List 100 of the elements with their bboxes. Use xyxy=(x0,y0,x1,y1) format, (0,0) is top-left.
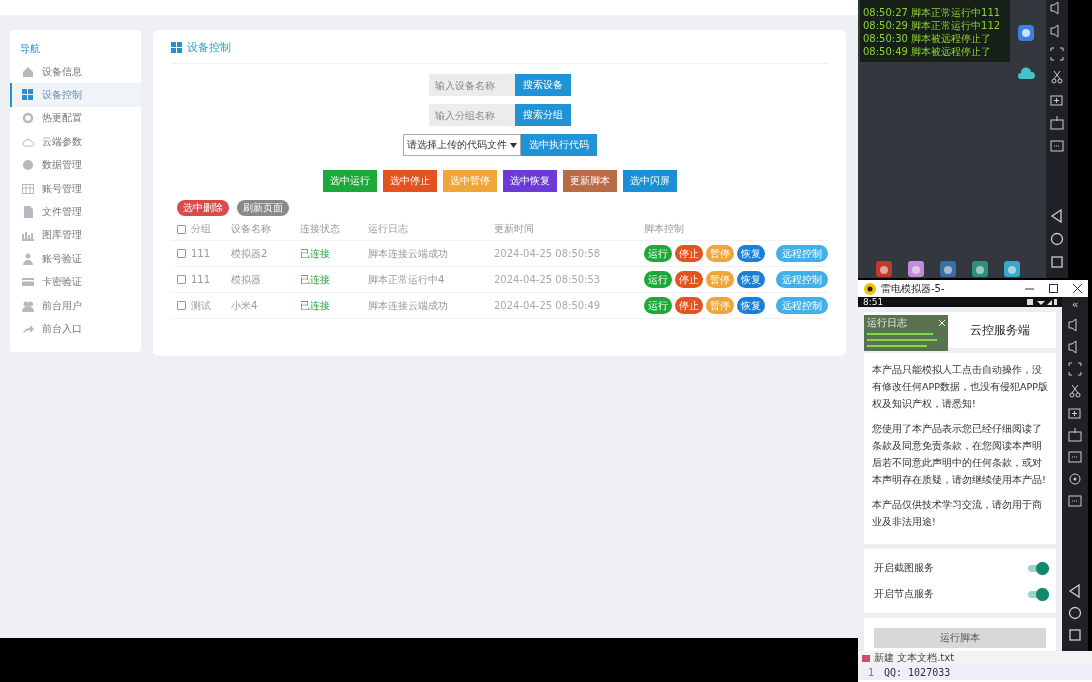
caret-icon xyxy=(509,142,517,148)
action-button[interactable]: 更新脚本 xyxy=(562,170,617,192)
control-button[interactable]: 恢复 xyxy=(737,271,765,288)
column-header: 脚本控制 xyxy=(644,222,685,236)
control-button[interactable]: 停止 xyxy=(675,271,703,288)
paragraph: 本产品只能模拟人工点击自动操作，没有修改任何APP数据，也没有侵犯APP版权及知识产权，请悉知! xyxy=(872,363,1048,411)
search-field[interactable]: 输入设备名称 xyxy=(428,74,515,96)
recents-icon xyxy=(1067,627,1083,643)
control-button[interactable]: 运行 xyxy=(644,297,672,314)
nav-heading: 导航 xyxy=(19,42,41,56)
control-button[interactable]: 远程控制 xyxy=(776,297,828,314)
table-cell-text: 111 xyxy=(191,274,212,285)
app-icon xyxy=(940,261,956,277)
run-button[interactable]: 运行脚本 xyxy=(874,628,1046,648)
table-cell-text: 2024-04-25 08:50:58 xyxy=(494,248,602,259)
table-icon xyxy=(22,182,34,195)
control-button[interactable]: 运行 xyxy=(644,245,672,262)
column-header: 分组 xyxy=(191,222,212,236)
execute-button[interactable]: 选中执行代码 xyxy=(520,134,597,156)
sidebar-item[interactable]: 前台入口 xyxy=(10,317,141,341)
more-icon xyxy=(1049,138,1065,154)
control-button[interactable]: 暂停 xyxy=(706,245,734,262)
table-cell-text: 小米4 xyxy=(231,298,259,313)
recents-icon xyxy=(1049,254,1065,270)
sidebar-item[interactable]: 数据管理 xyxy=(10,153,141,177)
pill-button[interactable]: 刷新页面 xyxy=(237,200,289,216)
app-title: 云控服务端 xyxy=(970,321,1030,339)
action-button[interactable]: 选中恢复 xyxy=(502,170,557,192)
control-button[interactable]: 暂停 xyxy=(706,271,734,288)
notepad-icon xyxy=(862,654,870,662)
sidebar-item[interactable]: 设备控制 xyxy=(10,83,141,107)
window-title: 新建 文本文档.txt xyxy=(874,651,955,665)
control-button[interactable]: 运行 xyxy=(644,271,672,288)
fullscreen-icon xyxy=(1049,46,1065,62)
add-window-icon xyxy=(1067,405,1083,421)
status-text: 已连接 xyxy=(300,246,331,261)
back-icon xyxy=(1067,583,1083,599)
log-text-drawing xyxy=(867,332,937,348)
users-icon xyxy=(22,299,34,312)
sidebar-item[interactable]: 卡密验证 xyxy=(10,270,141,294)
close-icon xyxy=(939,320,945,326)
control-button[interactable]: 恢复 xyxy=(737,245,765,262)
sidebar-item[interactable]: 账号管理 xyxy=(10,176,141,201)
status-text: 已连接 xyxy=(300,298,331,313)
file-select[interactable]: 请选择上传的代码文件 xyxy=(402,134,521,156)
log-line: 08:50:27 脚本正常运行中111 xyxy=(863,6,1002,19)
grid-icon xyxy=(22,89,34,102)
checkbox[interactable] xyxy=(176,249,186,258)
search-button[interactable]: 搜索分组 xyxy=(514,104,571,126)
collapse-button[interactable]: « xyxy=(1071,299,1079,311)
table-cell-text: 测试 xyxy=(191,298,212,313)
table-cell-text: 脚本连接云端成功 xyxy=(368,246,449,261)
file-icon xyxy=(22,206,34,219)
action-button[interactable]: 选中运行 xyxy=(322,170,377,192)
pill-button[interactable]: 选中删除 xyxy=(177,200,229,216)
cloud-app-icon xyxy=(1018,66,1036,80)
sidebar-item[interactable]: 文件管理 xyxy=(10,200,141,224)
control-button[interactable]: 停止 xyxy=(675,245,703,262)
window-title: 雷电模拟器-5- xyxy=(881,281,946,296)
checkbox[interactable] xyxy=(176,224,186,234)
search-field[interactable]: 输入分组名称 xyxy=(428,104,515,126)
text-line: QQ: 1027033 xyxy=(884,667,951,678)
fullscreen-icon xyxy=(1067,361,1083,377)
switch-label: 开启截图服务 xyxy=(874,561,934,575)
table-cell-text: 111 xyxy=(191,248,212,259)
action-button[interactable]: 选中停止 xyxy=(382,170,437,192)
checkbox[interactable] xyxy=(176,301,186,310)
control-button[interactable]: 远程控制 xyxy=(776,245,828,262)
status-text: 已连接 xyxy=(300,272,331,287)
maximize-icon xyxy=(1049,284,1058,293)
control-button[interactable]: 停止 xyxy=(675,297,703,314)
control-button[interactable]: 暂停 xyxy=(706,297,734,314)
sidebar-item[interactable]: 账号验证 xyxy=(10,247,141,271)
action-button[interactable]: 选中闪屏 xyxy=(622,170,677,192)
add-window-icon xyxy=(1049,92,1065,108)
table-cell-text: 模拟器2 xyxy=(231,246,269,261)
sidebar-item[interactable]: 前台用户 xyxy=(10,293,141,318)
location-icon xyxy=(1067,471,1083,487)
app-icon xyxy=(972,261,988,277)
table-cell-text: 2024-04-25 08:50:49 xyxy=(494,300,602,311)
more-icon xyxy=(1067,493,1083,509)
action-button[interactable]: 选中暂停 xyxy=(442,170,497,192)
log-line: 08:50:29 脚本正常运行中112 xyxy=(863,19,1002,32)
sidebar-item[interactable]: 热更配置 xyxy=(10,106,141,131)
scissors-icon xyxy=(1067,383,1083,399)
sidebar-item[interactable]: 设备信息 xyxy=(10,60,141,84)
line-number: 1 xyxy=(867,667,875,678)
sidebar-item[interactable]: 云端参数 xyxy=(10,130,141,154)
column-header: 运行日志 xyxy=(368,222,409,236)
sidebar-item[interactable]: 图库管理 xyxy=(10,223,141,248)
search-button[interactable]: 搜索设备 xyxy=(514,74,571,96)
log-title: 运行日志 xyxy=(867,316,907,330)
control-button[interactable]: 远程控制 xyxy=(776,271,828,288)
control-button[interactable]: 恢复 xyxy=(737,297,765,314)
person-icon xyxy=(22,252,34,265)
logo-icon xyxy=(864,282,876,295)
signal-icon xyxy=(1027,298,1057,306)
app-icon xyxy=(1004,261,1020,277)
checkbox[interactable] xyxy=(176,275,186,284)
home-icon xyxy=(22,65,34,78)
